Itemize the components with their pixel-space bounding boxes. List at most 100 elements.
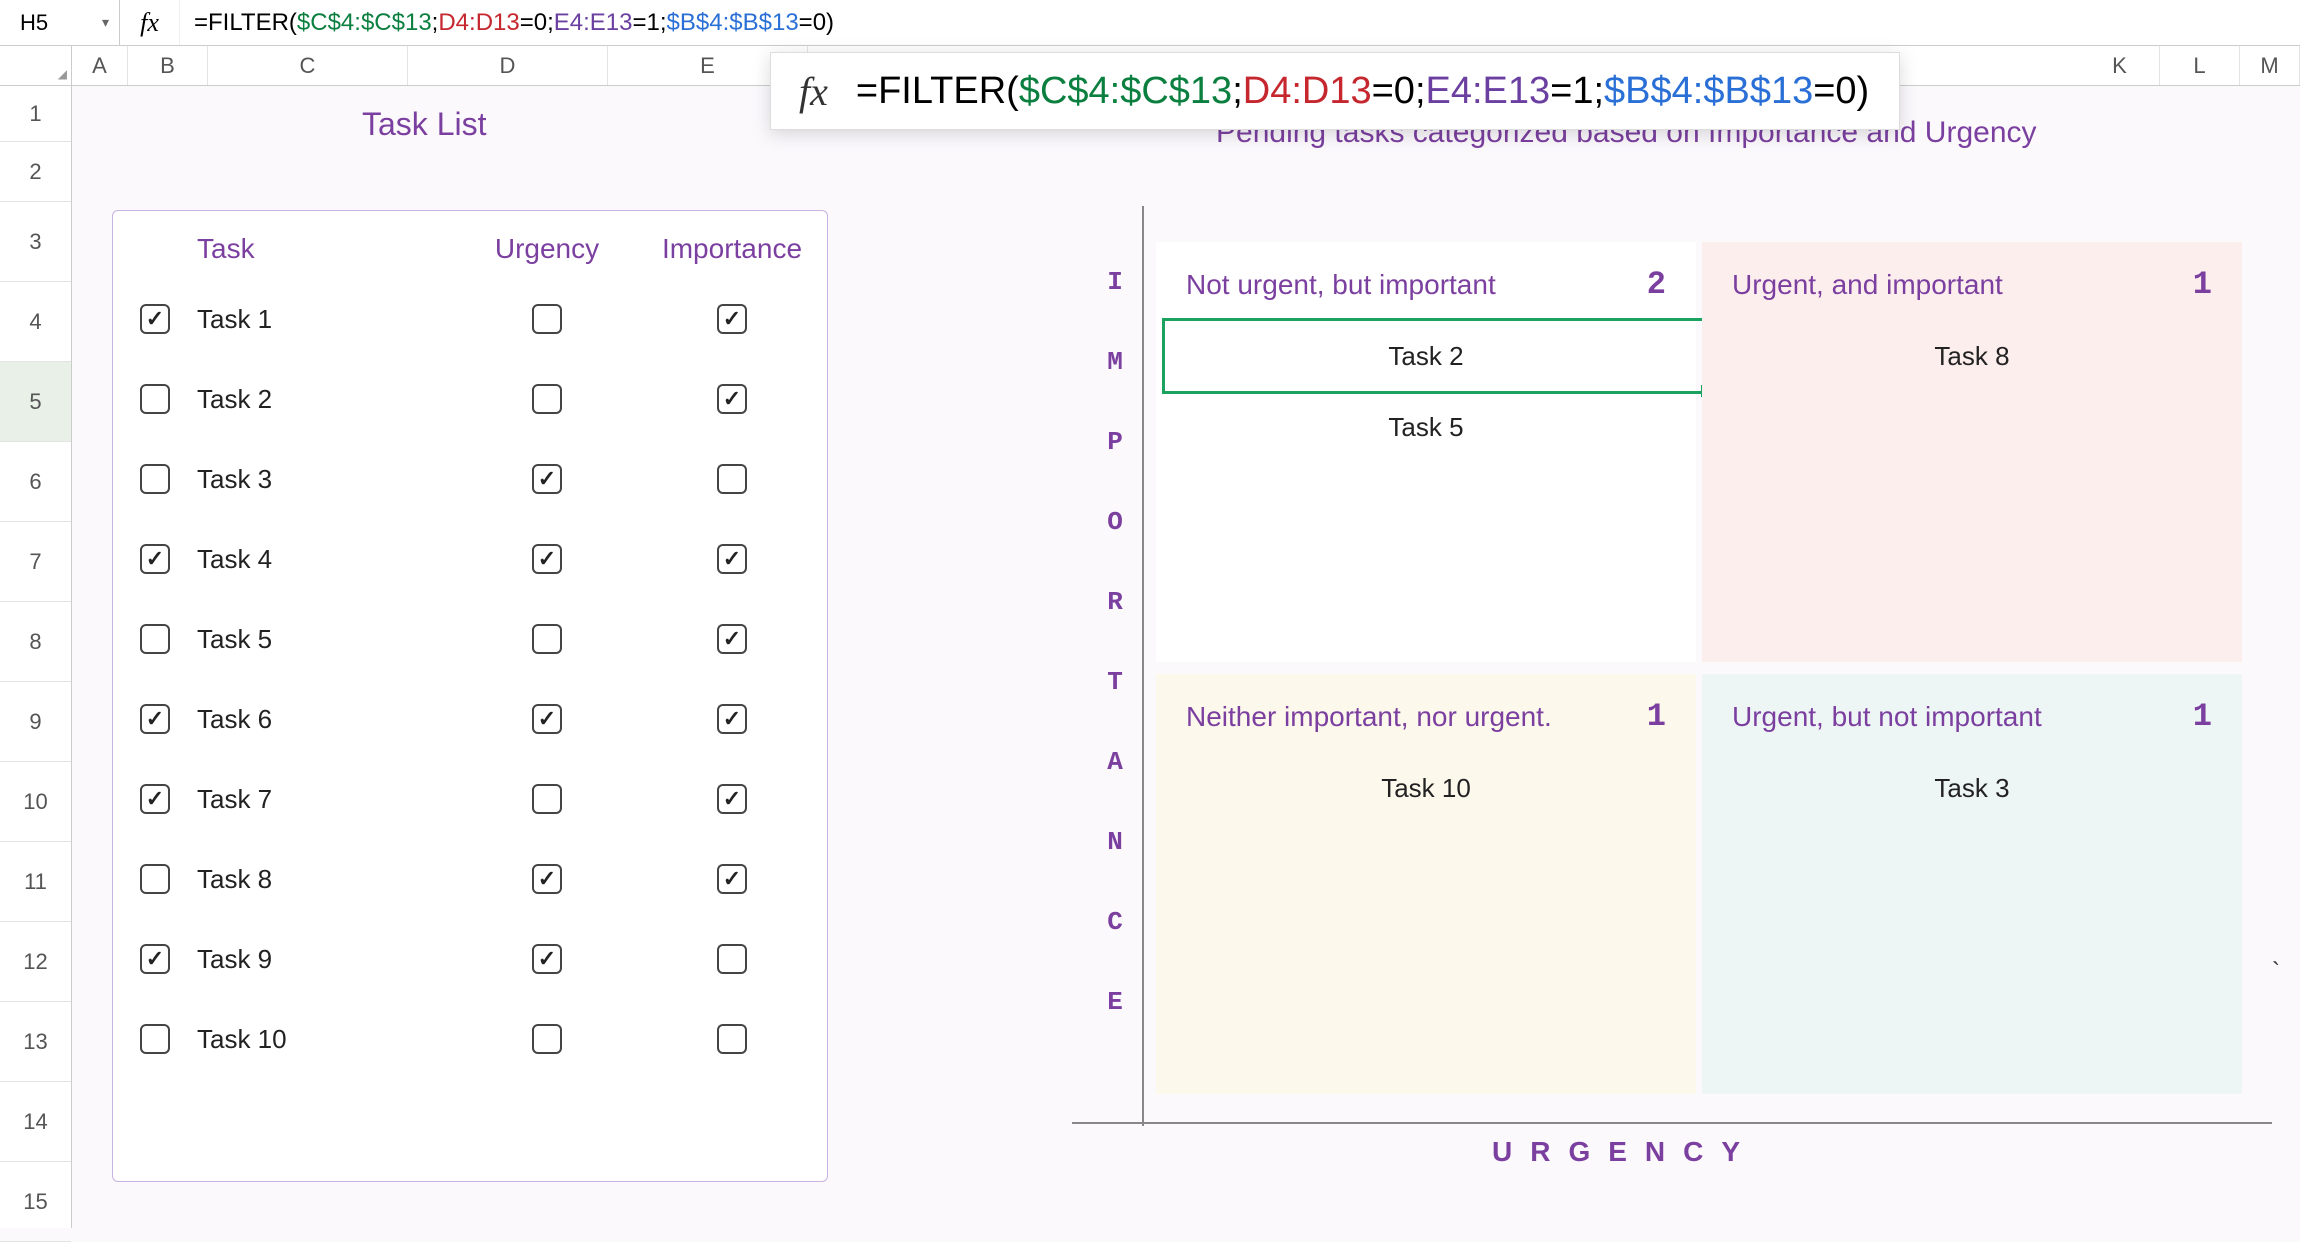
row-header-9[interactable]: 9 bbox=[0, 682, 71, 762]
row-header-1[interactable]: 1 bbox=[0, 86, 71, 142]
fx-icon[interactable]: fx bbox=[120, 0, 180, 45]
task-row: Task 9 bbox=[113, 919, 827, 999]
urgency-checkbox[interactable] bbox=[532, 944, 562, 974]
row-header-6[interactable]: 6 bbox=[0, 442, 71, 522]
task-header-importance: Importance bbox=[637, 233, 827, 265]
urgency-checkbox[interactable] bbox=[532, 704, 562, 734]
importance-checkbox[interactable] bbox=[717, 384, 747, 414]
quad-task-item: Task 5 bbox=[1180, 392, 1672, 463]
done-checkbox[interactable] bbox=[140, 944, 170, 974]
axis-letter: M bbox=[1095, 322, 1135, 402]
sheet-body[interactable]: Task List Task Urgency Importance Task 1… bbox=[72, 86, 2300, 1228]
axis-letter: I bbox=[1095, 242, 1135, 322]
fx-icon: fx bbox=[771, 68, 856, 115]
formula-tooltip: fx =FILTER($C$4:$C$13;D4:D13=0;E4:E13=1;… bbox=[770, 52, 1900, 130]
row-headers: 123456789101112131415 bbox=[0, 86, 72, 1228]
urgency-checkbox[interactable] bbox=[532, 464, 562, 494]
quadrant-not-urgent-important: Not urgent, but important 2 Task 2Task 5 bbox=[1156, 242, 1696, 662]
done-checkbox[interactable] bbox=[140, 864, 170, 894]
task-name: Task 1 bbox=[197, 304, 457, 335]
col-header-a[interactable]: A bbox=[72, 46, 128, 85]
task-row: Task 1 bbox=[113, 279, 827, 359]
task-row: Task 6 bbox=[113, 679, 827, 759]
col-header-d[interactable]: D bbox=[408, 46, 608, 85]
eisenhower-matrix: Not urgent, but important 2 Task 2Task 5… bbox=[1142, 206, 2262, 1106]
matrix-vertical-axis bbox=[1142, 206, 1144, 1126]
urgency-checkbox[interactable] bbox=[532, 784, 562, 814]
row-header-8[interactable]: 8 bbox=[0, 602, 71, 682]
row-header-15[interactable]: 15 bbox=[0, 1162, 71, 1242]
row-header-11[interactable]: 11 bbox=[0, 842, 71, 922]
done-checkbox[interactable] bbox=[140, 624, 170, 654]
row-header-3[interactable]: 3 bbox=[0, 202, 71, 282]
importance-checkbox[interactable] bbox=[717, 544, 747, 574]
importance-checkbox[interactable] bbox=[717, 864, 747, 894]
importance-checkbox[interactable] bbox=[717, 784, 747, 814]
importance-checkbox[interactable] bbox=[717, 624, 747, 654]
row-header-10[interactable]: 10 bbox=[0, 762, 71, 842]
done-checkbox[interactable] bbox=[140, 544, 170, 574]
importance-checkbox[interactable] bbox=[717, 1024, 747, 1054]
chevron-down-icon[interactable]: ▾ bbox=[102, 14, 109, 31]
col-header-b[interactable]: B bbox=[128, 46, 208, 85]
axis-letter: T bbox=[1095, 642, 1135, 722]
quadrant-urgent-important: Urgent, and important 1 Task 8 bbox=[1702, 242, 2242, 662]
importance-checkbox[interactable] bbox=[717, 464, 747, 494]
done-checkbox[interactable] bbox=[140, 784, 170, 814]
quad-label: Neither important, nor urgent. bbox=[1186, 701, 1552, 733]
col-header-l[interactable]: L bbox=[2160, 46, 2240, 85]
urgency-checkbox[interactable] bbox=[532, 384, 562, 414]
done-checkbox[interactable] bbox=[140, 384, 170, 414]
task-row: Task 2 bbox=[113, 359, 827, 439]
formula-bar: H5 ▾ fx =FILTER($C$4:$C$13;D4:D13=0;E4:E… bbox=[0, 0, 2300, 46]
urgency-checkbox[interactable] bbox=[532, 624, 562, 654]
row-header-14[interactable]: 14 bbox=[0, 1082, 71, 1162]
done-checkbox[interactable] bbox=[140, 1024, 170, 1054]
col-header-m[interactable]: M bbox=[2240, 46, 2300, 85]
urgency-checkbox[interactable] bbox=[532, 864, 562, 894]
col-header-k[interactable]: K bbox=[2080, 46, 2160, 85]
task-name: Task 8 bbox=[197, 864, 457, 895]
row-header-4[interactable]: 4 bbox=[0, 282, 71, 362]
urgency-checkbox[interactable] bbox=[532, 304, 562, 334]
task-list-header: Task Urgency Importance bbox=[113, 211, 827, 279]
importance-checkbox[interactable] bbox=[717, 704, 747, 734]
done-checkbox[interactable] bbox=[140, 464, 170, 494]
task-list-title: Task List bbox=[362, 106, 486, 143]
name-box[interactable]: H5 ▾ bbox=[0, 0, 120, 45]
quad-count: 1 bbox=[1647, 698, 1666, 735]
importance-checkbox[interactable] bbox=[717, 304, 747, 334]
quad-label: Not urgent, but important bbox=[1186, 269, 1496, 301]
formula-input[interactable]: =FILTER($C$4:$C$13;D4:D13=0;E4:E13=1;$B$… bbox=[180, 9, 834, 37]
axis-letter: O bbox=[1095, 482, 1135, 562]
row-header-12[interactable]: 12 bbox=[0, 922, 71, 1002]
done-checkbox[interactable] bbox=[140, 704, 170, 734]
importance-checkbox[interactable] bbox=[717, 944, 747, 974]
axis-letter: A bbox=[1095, 722, 1135, 802]
task-name: Task 4 bbox=[197, 544, 457, 575]
formula-tooltip-text: =FILTER($C$4:$C$13;D4:D13=0;E4:E13=1;$B$… bbox=[856, 70, 1869, 113]
task-list-panel: Task Urgency Importance Task 1 Task 2 Task… bbox=[112, 210, 828, 1182]
stray-character: ` bbox=[2272, 958, 2280, 986]
task-header-task: Task bbox=[197, 233, 457, 265]
row-header-2[interactable]: 2 bbox=[0, 142, 71, 202]
select-all-corner[interactable]: ◢ bbox=[0, 46, 72, 85]
quad-count: 1 bbox=[2193, 266, 2212, 303]
task-name: Task 3 bbox=[197, 464, 457, 495]
name-box-value: H5 bbox=[20, 10, 48, 36]
axis-letter: R bbox=[1095, 562, 1135, 642]
task-name: Task 5 bbox=[197, 624, 457, 655]
task-row: Task 10 bbox=[113, 999, 827, 1079]
urgency-checkbox[interactable] bbox=[532, 544, 562, 574]
quad-label: Urgent, and important bbox=[1732, 269, 2003, 301]
quad-task-item: Task 8 bbox=[1726, 321, 2218, 392]
urgency-checkbox[interactable] bbox=[532, 1024, 562, 1054]
row-header-7[interactable]: 7 bbox=[0, 522, 71, 602]
col-header-c[interactable]: C bbox=[208, 46, 408, 85]
quad-task-item: Task 10 bbox=[1180, 753, 1672, 824]
quadrant-neither: Neither important, nor urgent. 1 Task 10 bbox=[1156, 674, 1696, 1094]
quad-count: 1 bbox=[2193, 698, 2212, 735]
done-checkbox[interactable] bbox=[140, 304, 170, 334]
row-header-13[interactable]: 13 bbox=[0, 1002, 71, 1082]
row-header-5[interactable]: 5 bbox=[0, 362, 71, 442]
